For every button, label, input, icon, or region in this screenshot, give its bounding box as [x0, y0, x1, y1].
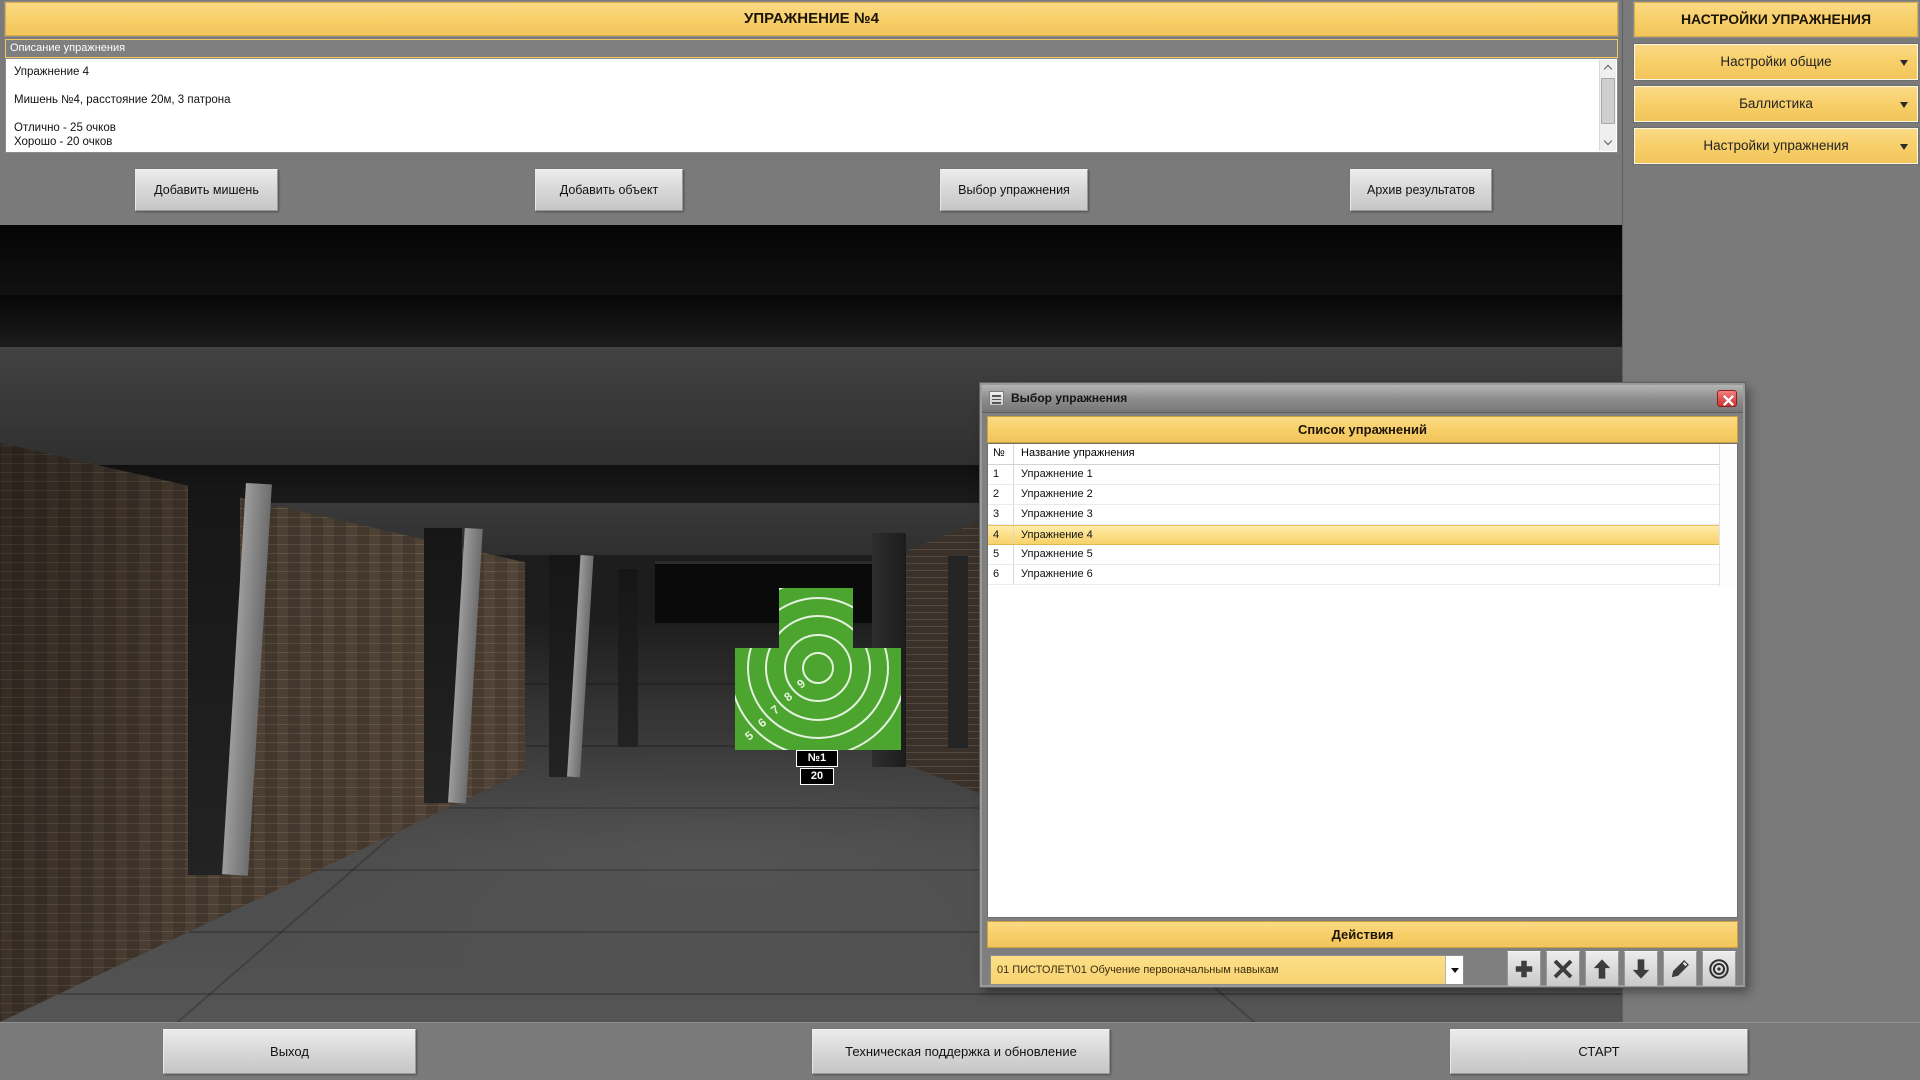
arrow-down-icon: [1630, 958, 1652, 980]
dropdown-arrow[interactable]: [1445, 956, 1463, 984]
support-button[interactable]: Техническая поддержка и обновление: [812, 1029, 1110, 1074]
description-scrollbar[interactable]: [1599, 60, 1616, 151]
dialog-title: Выбор упражнения: [1011, 385, 1127, 412]
add-button[interactable]: [1507, 951, 1541, 987]
list-scroll-gutter[interactable]: [1719, 444, 1737, 586]
description-line: [14, 79, 1617, 93]
row-name: Упражнение 5: [1014, 545, 1719, 564]
row-name: Упражнение 2: [1014, 485, 1719, 504]
sidebar-item-label: Баллистика: [1739, 96, 1813, 111]
delete-icon: [1552, 958, 1574, 980]
scroll-up-icon[interactable]: [1600, 60, 1616, 76]
sidebar-item-label: Настройки общие: [1720, 54, 1831, 69]
description-line: Хорошо - 20 очков: [14, 135, 1617, 149]
target-graphic: 9 8 7 6 5: [735, 588, 901, 750]
list-item-selected[interactable]: 4 Упражнение 4: [988, 525, 1719, 545]
description-line: Упражнение 4: [14, 65, 1617, 79]
column-header-name: Название упражнения: [1014, 444, 1719, 464]
dialog-titlebar[interactable]: Выбор упражнения: [982, 385, 1743, 413]
wall-pillar-right: [948, 556, 968, 748]
select-exercise-button[interactable]: Выбор упражнения: [940, 169, 1088, 211]
chevron-down-icon: [1900, 102, 1908, 108]
sidebar-title: НАСТРОЙКИ УПРАЖНЕНИЯ: [1634, 2, 1918, 37]
list-item[interactable]: 3 Упражнение 3: [988, 505, 1719, 525]
target-button[interactable]: [1702, 951, 1736, 987]
pencil-icon: [1669, 958, 1691, 980]
description-line: [14, 107, 1617, 121]
chevron-down-icon: [1900, 60, 1908, 66]
edit-button[interactable]: [1663, 951, 1697, 987]
target-number-badge: №1: [796, 750, 838, 767]
row-name: Упражнение 3: [1014, 505, 1719, 524]
category-dropdown[interactable]: 01 ПИСТОЛЕТ\01 Обучение первоначальным н…: [990, 955, 1464, 985]
move-down-button[interactable]: [1624, 951, 1658, 987]
page-title: УПРАЖНЕНИЕ №4: [5, 2, 1618, 36]
exercise-select-dialog: Выбор упражнения Список упражнений № Наз…: [980, 383, 1745, 987]
ceiling-beam: [0, 295, 1622, 347]
exercise-list: № Название упражнения 1 Упражнение 1 2 У…: [987, 443, 1738, 918]
row-num: 3: [988, 505, 1014, 524]
scene-ceiling-dark: [0, 225, 1622, 297]
close-icon[interactable]: [1717, 390, 1737, 407]
bullseye-icon: [1708, 958, 1730, 980]
scroll-down-icon[interactable]: [1600, 135, 1616, 151]
row-num: 1: [988, 465, 1014, 484]
list-item[interactable]: 2 Упражнение 2: [988, 485, 1719, 505]
wall-pillar: [618, 569, 638, 747]
arrow-up-icon: [1591, 958, 1613, 980]
list-item[interactable]: 6 Упражнение 6: [988, 565, 1719, 585]
dropdown-value: 01 ПИСТОЛЕТ\01 Обучение первоначальным н…: [997, 956, 1443, 984]
sidebar-item-exercise-settings[interactable]: Настройки упражнения: [1634, 128, 1918, 164]
column-header-num: №: [988, 444, 1014, 464]
actions-header: Действия: [987, 921, 1738, 948]
action-buttons: [1507, 951, 1736, 987]
move-up-button[interactable]: [1585, 951, 1619, 987]
add-icon: [1513, 958, 1535, 980]
row-num: 6: [988, 565, 1014, 584]
add-target-button[interactable]: Добавить мишень: [135, 169, 278, 211]
exit-button[interactable]: Выход: [163, 1029, 416, 1074]
start-button[interactable]: СТАРТ: [1450, 1029, 1748, 1074]
list-item[interactable]: 5 Упражнение 5: [988, 545, 1719, 565]
description-line: Отлично - 25 очков: [14, 121, 1617, 135]
target-distance-badge: 20: [800, 768, 834, 785]
list-item[interactable]: 1 Упражнение 1: [988, 465, 1719, 485]
chevron-down-icon: [1451, 968, 1459, 973]
description-label: Описание упражнения: [5, 39, 1618, 58]
footer-bar: Выход Техническая поддержка и обновление…: [0, 1022, 1920, 1080]
row-num: 4: [988, 526, 1014, 544]
description-textarea[interactable]: Упражнение 4 Мишень №4, расстояние 20м, …: [5, 58, 1618, 153]
row-name: Упражнение 1: [1014, 465, 1719, 484]
scrollbar-thumb[interactable]: [1601, 78, 1615, 124]
list-column-header: № Название упражнения: [988, 444, 1719, 465]
dialog-list-icon: [989, 391, 1004, 406]
target-silhouette[interactable]: 9 8 7 6 5: [735, 588, 901, 750]
row-num: 5: [988, 545, 1014, 564]
app-window: УПРАЖНЕНИЕ №4 Описание упражнения Упражн…: [0, 0, 1920, 1080]
chevron-down-icon: [1900, 144, 1908, 150]
sidebar-item-ballistics[interactable]: Баллистика: [1634, 86, 1918, 122]
row-name: Упражнение 4: [1014, 526, 1719, 544]
row-name: Упражнение 6: [1014, 565, 1719, 584]
list-header: Список упражнений: [987, 416, 1738, 443]
row-num: 2: [988, 485, 1014, 504]
delete-button[interactable]: [1546, 951, 1580, 987]
sidebar-item-general-settings[interactable]: Настройки общие: [1634, 44, 1918, 80]
results-archive-button[interactable]: Архив результатов: [1350, 169, 1492, 211]
description-line: Мишень №4, расстояние 20м, 3 патрона: [14, 93, 1617, 107]
add-object-button[interactable]: Добавить объект: [535, 169, 683, 211]
sidebar-item-label: Настройки упражнения: [1703, 138, 1848, 153]
